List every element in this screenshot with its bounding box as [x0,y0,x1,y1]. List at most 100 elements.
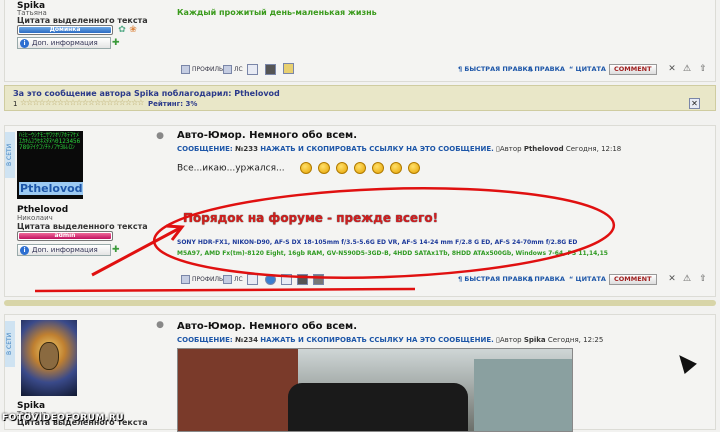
mail-icon [223,275,232,284]
pm-label: ЛС [234,66,243,73]
meta-label: СООБЩЕНИЕ: [177,336,233,344]
pm-button[interactable]: ЛС [223,275,243,284]
post-photo[interactable] [177,348,573,432]
post-time: Сегодня, 12:25 [547,336,604,344]
signature-banner: Порядок на форуме - прежде всего! [183,211,439,225]
photo-building [178,349,298,431]
laughing-smiley-icon [300,162,313,174]
warning-icon[interactable]: ⚠ [682,274,692,284]
comment-button[interactable]: COMMENT [609,64,657,75]
avatar-caption: Pthelovod [19,182,83,195]
laughing-smiley-icon [354,162,367,174]
post-top: Spika Татьяна Цитата выделенного текста … [4,0,716,82]
skype-icon[interactable] [265,274,276,285]
profile-label: ПРОФИЛЬ [192,66,224,73]
collapse-icon[interactable]: ● [155,320,165,330]
info-icon: i [20,246,29,255]
quick-edit-label: БЫСТРАЯ ПРАВКА [464,275,533,283]
close-thanks-button[interactable]: ✕ [689,98,700,109]
post-time: Сегодня, 12:18 [565,145,622,153]
edit-button[interactable]: ¶ ПРАВКА [528,275,565,286]
quote-button[interactable]: “ ЦИТАТА [569,275,606,286]
quote-label: ЦИТАТА [575,275,606,283]
gallery-icon[interactable] [313,274,324,285]
user-group-badge: Доминка [17,25,113,35]
warning-icon[interactable]: ⚠ [682,64,692,74]
photo-car [288,383,468,431]
more-info-label: Доп. информация [32,246,98,254]
camera-icon[interactable] [265,64,276,75]
info-icon: i [20,39,29,48]
user-group-badge: admin [17,231,113,241]
avatar[interactable] [21,320,77,396]
post-number[interactable]: №234 [235,336,258,344]
quote-button[interactable]: “ ЦИТАТА [569,65,606,76]
signature-gear-1: SONY HDR-FX1, NIKON-D90, AF-S DX 18-105m… [177,239,578,246]
author-prefix: Автор [499,336,522,344]
laughing-smiley-icon [408,162,421,174]
user-icon [181,65,190,74]
edit-button[interactable]: ¶ ПРАВКА [528,65,565,76]
post-233: В СЕТИ ﾊﾐﾋｰｳｼﾅﾓﾆｻﾜﾂｵﾘｱﾎﾃﾏｹﾒｴｶｷﾑﾕﾗｾﾈｽﾀﾇﾍ0… [4,125,716,297]
expand-arrow-icon: ✚ [112,38,120,48]
email-icon[interactable] [247,64,258,75]
more-info-label: Доп. информация [32,39,98,47]
post-divider [4,300,716,306]
thanks-bar: За это сообщение автора Spika поблагодар… [4,85,716,111]
comment-label: COMMENT [614,275,652,283]
badge-label: admin [54,232,76,239]
collapse-icon[interactable]: ● [155,131,165,141]
pm-label: ЛС [234,276,243,283]
more-info-button[interactable]: i Доп. информация ✚ [17,37,120,49]
author-cite: Цитата выделенного текста [17,16,148,25]
laughing-smiley-icon [336,162,349,174]
avatar-face [39,342,59,370]
cursor-icon [673,349,697,375]
post-message-text: Каждый прожитый день-маленькая жизнь [177,8,377,17]
comment-button[interactable]: COMMENT [609,274,657,285]
quote-label: ЦИТАТА [575,65,606,73]
up-arrow-icon[interactable]: ⇧ [698,274,708,284]
mail-icon [223,65,232,74]
email-icon[interactable] [247,274,258,285]
edit-label: ПРАВКА [534,275,565,283]
post-meta: СООБЩЕНИЕ: №234 НАЖАТЬ И СКОПИРОВАТЬ ССЫ… [177,336,603,344]
close-x-icon[interactable]: ✕ [667,274,677,284]
user-icon [181,275,190,284]
expand-arrow-icon: ✚ [112,245,120,255]
post-body: Все...икаю...уржался... [177,162,426,174]
meta-author[interactable]: Spika [524,336,546,344]
copy-link[interactable]: НАЖАТЬ И СКОПИРОВАТЬ ССЫЛКУ НА ЭТО СООБЩ… [260,145,494,153]
profile-button[interactable]: ПРОФИЛЬ [181,65,223,74]
bird-icon: ✿ [118,25,126,35]
gift-icon[interactable] [283,63,294,74]
thanks-text: За это сообщение автора Spika поблагодар… [13,89,280,98]
close-x-icon[interactable]: ✕ [667,64,677,74]
up-arrow-icon[interactable]: ⇧ [698,64,708,74]
post-number[interactable]: №233 [235,145,258,153]
quick-edit-button[interactable]: ¶ БЫСТРАЯ ПРАВКА [458,275,533,286]
online-status: В СЕТИ [5,321,15,367]
thanks-prefix: 1 [13,100,18,108]
camera-icon[interactable] [297,274,308,285]
post-body-text: Все...икаю...уржался... [177,163,285,174]
pm-button[interactable]: ЛС [223,65,243,74]
online-status: В СЕТИ [5,132,15,178]
quick-edit-label: БЫСТРАЯ ПРАВКА [464,65,533,73]
rating-stars: ☆☆☆☆☆☆☆☆☆☆☆☆☆☆☆☆☆☆☆☆ [20,98,144,107]
author-role: Николаич [17,214,53,222]
laughing-smiley-icon [390,162,403,174]
badge-label: Доминка [49,26,81,33]
post-meta: СООБЩЕНИЕ: №233 НАЖАТЬ И СКОПИРОВАТЬ ССЫ… [177,145,621,153]
quick-edit-button[interactable]: ¶ БЫСТРАЯ ПРАВКА [458,65,533,76]
profile-button[interactable]: ПРОФИЛЬ [181,275,223,284]
book-icon[interactable] [281,274,292,285]
avatar[interactable]: ﾊﾐﾋｰｳｼﾅﾓﾆｻﾜﾂｵﾘｱﾎﾃﾏｹﾒｴｶｷﾑﾕﾗｾﾈｽﾀﾇﾍ01234567… [17,131,83,199]
copy-link[interactable]: НАЖАТЬ И СКОПИРОВАТЬ ССЫЛКУ НА ЭТО СООБЩ… [260,336,494,344]
avatar-matrix: ﾊﾐﾋｰｳｼﾅﾓﾆｻﾜﾂｵﾘｱﾎﾃﾏｹﾒｴｶｷﾑﾕﾗｾﾈｽﾀﾇﾍ01234567… [19,132,81,151]
meta-author[interactable]: Pthelovod [524,145,564,153]
signature-gear-2: M5A97, AMD Fx(tm)-8120 Eight, 16gb RAM, … [177,250,608,257]
post-title: Авто-Юмор. Немного обо всем. [177,321,357,332]
post-title: Авто-Юмор. Немного обо всем. [177,130,357,141]
more-info-button[interactable]: i Доп. информация ✚ [17,244,120,256]
